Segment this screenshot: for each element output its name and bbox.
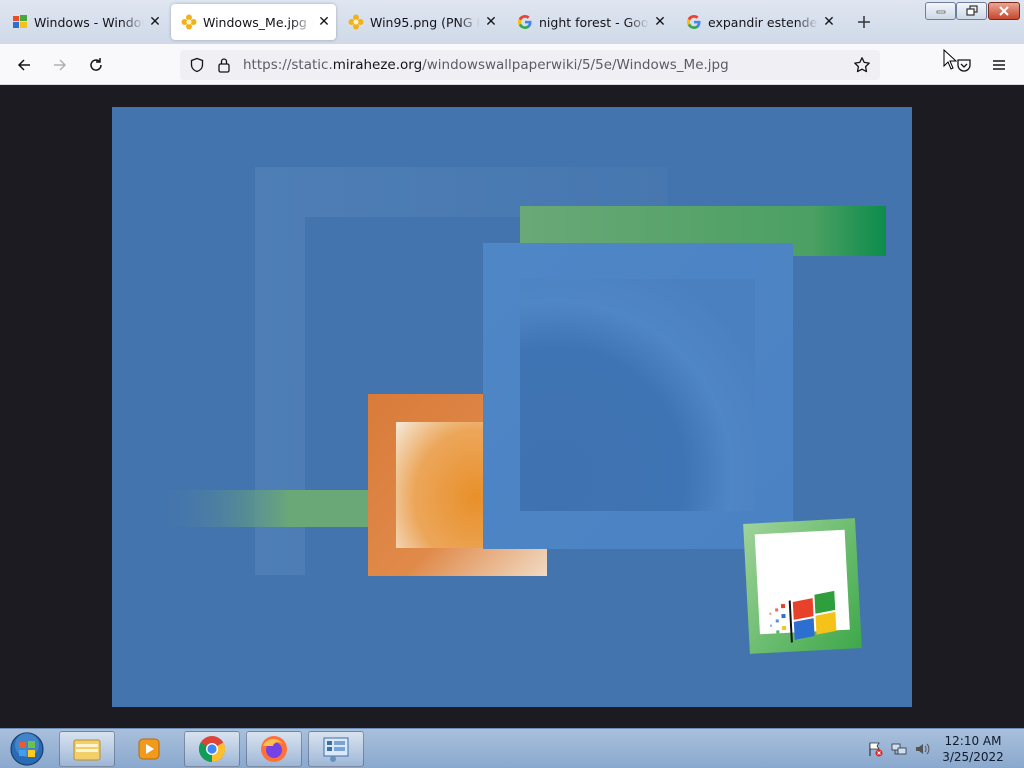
star-icon[interactable]	[853, 56, 871, 74]
taskbar-control-panel[interactable]	[308, 731, 364, 767]
address-bar[interactable]: https://static.miraheze.org/windowswallp…	[180, 50, 880, 80]
tab-expandir[interactable]: expandir estender sin ✕	[676, 4, 841, 40]
flower-icon	[348, 14, 364, 30]
system-clock[interactable]: 12:10 AM 3/25/2022	[936, 733, 1010, 765]
minimize-icon	[936, 10, 945, 14]
close-icon[interactable]: ✕	[315, 13, 333, 31]
start-button[interactable]	[6, 731, 48, 767]
hamburger-menu-icon	[993, 60, 1005, 70]
restore-button[interactable]	[956, 2, 987, 20]
lock-icon[interactable]	[217, 57, 231, 73]
close-icon[interactable]: ✕	[651, 13, 669, 31]
windows-me-wallpaper-image[interactable]	[112, 107, 912, 707]
minimize-button[interactable]	[925, 2, 956, 20]
windows-start-orb-icon	[10, 732, 44, 766]
firefox-icon	[261, 736, 287, 762]
close-icon	[999, 6, 1009, 16]
media-player-icon	[138, 738, 160, 760]
reload-button[interactable]	[83, 52, 109, 78]
close-icon[interactable]: ✕	[820, 13, 838, 31]
tab-title: expandir estender sin	[708, 14, 818, 30]
file-explorer-icon	[73, 739, 101, 761]
blue-square-inner-shape	[520, 279, 755, 511]
navigation-bar: https://static.miraheze.org/windowswallp…	[0, 44, 1024, 85]
windows-logo-icon	[12, 14, 28, 30]
action-center-flag-icon[interactable]	[867, 741, 883, 757]
url-prefix: https://static.	[243, 57, 333, 73]
tab-title: Win95.png (PNG Image)	[370, 14, 480, 30]
back-button[interactable]	[11, 52, 37, 78]
tab-win95-png[interactable]: Win95.png (PNG Image) ✕	[338, 4, 503, 40]
google-icon	[686, 14, 702, 30]
back-arrow-icon	[17, 59, 30, 71]
control-panel-icon	[323, 737, 349, 762]
taskbar: 12:10 AM 3/25/2022	[0, 728, 1024, 768]
volume-icon[interactable]	[914, 741, 930, 757]
forward-button[interactable]	[47, 52, 73, 78]
taskbar-chrome[interactable]	[184, 731, 240, 767]
menu-button[interactable]	[986, 52, 1012, 78]
close-icon[interactable]: ✕	[482, 13, 500, 31]
url-domain: miraheze.org	[332, 57, 423, 73]
reload-icon	[90, 58, 102, 71]
tab-windows-me-jpg[interactable]: Windows_Me.jpg (JPEG Image) ✕	[171, 4, 336, 40]
close-icon[interactable]: ✕	[146, 13, 164, 31]
restore-icon	[965, 5, 978, 16]
plus-icon	[858, 16, 870, 28]
forward-arrow-icon	[54, 59, 67, 71]
network-icon[interactable]	[891, 741, 907, 757]
chrome-icon	[198, 736, 226, 763]
flower-icon	[181, 14, 197, 30]
taskbar-media-player[interactable]	[121, 731, 177, 767]
url-text[interactable]: https://static.miraheze.org/windowswallp…	[243, 57, 729, 73]
tab-strip: Windows - Windows ✕ Windows_Me.jpg (JPEG…	[0, 0, 1024, 44]
url-path: /windowswallpaperwiki/5/5e/Windows_Me.jp…	[422, 57, 729, 73]
clock-time: 12:10 AM	[944, 734, 1002, 748]
shield-icon[interactable]	[189, 57, 205, 73]
tab-windows[interactable]: Windows - Windows ✕	[2, 4, 168, 40]
image-viewer	[0, 85, 1024, 728]
tab-title: Windows - Windows	[34, 14, 144, 30]
taskbar-firefox[interactable]	[246, 731, 302, 767]
tab-night-forest[interactable]: night forest - Google ✕	[507, 4, 672, 40]
clock-date: 3/25/2022	[942, 750, 1004, 764]
google-icon	[517, 14, 533, 30]
close-window-button[interactable]	[988, 2, 1020, 20]
pocket-icon	[957, 59, 971, 72]
new-tab-button[interactable]	[852, 10, 876, 34]
tab-title: night forest - Google	[539, 14, 649, 30]
mouse-cursor-icon	[943, 49, 957, 70]
tab-title: Windows_Me.jpg (JPEG Image)	[203, 14, 313, 30]
green-bar-left-shape	[152, 490, 382, 527]
taskbar-file-explorer[interactable]	[59, 731, 115, 767]
